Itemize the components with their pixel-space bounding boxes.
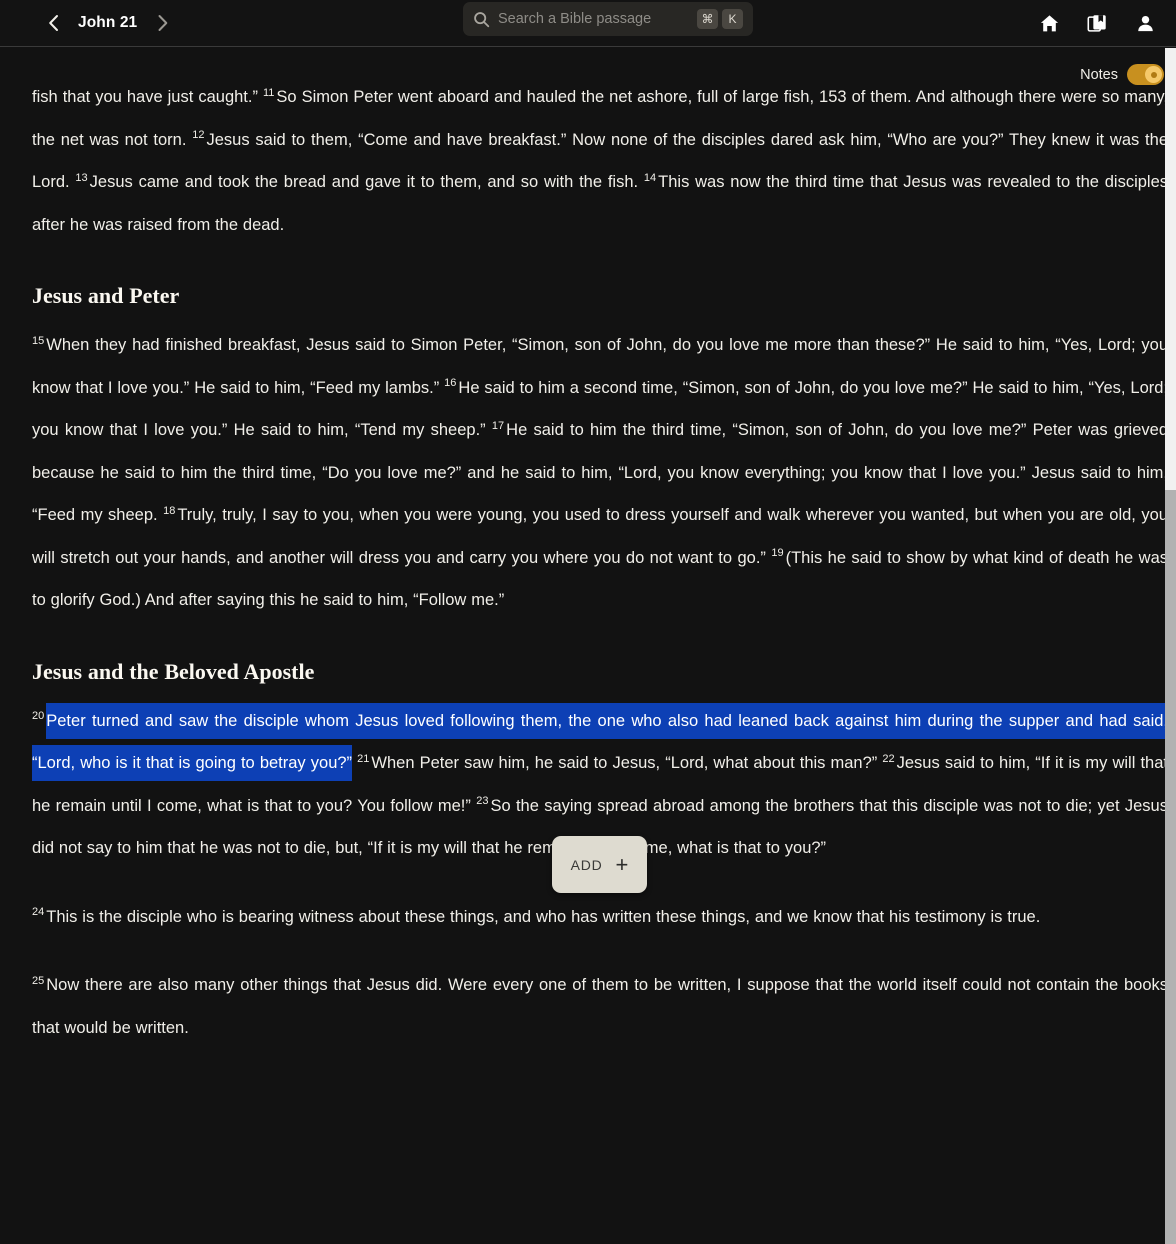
search-placeholder: Search a Bible passage (498, 11, 652, 27)
notes-toggle[interactable] (1127, 64, 1164, 85)
verse-number-19: 19 (771, 547, 784, 559)
passage-reader[interactable]: fish that you have just caught.” 11 So Si… (0, 48, 1165, 1244)
account-icon (1137, 15, 1153, 32)
verse-number-15: 15 (32, 334, 45, 347)
add-button-label: ADD (570, 856, 603, 873)
verse-number-22: 22 (882, 752, 895, 765)
verse-number-16: 16 (444, 377, 457, 389)
account-button[interactable] (1132, 11, 1158, 37)
verse-number-23: 23 (476, 795, 489, 807)
paragraph-verses-11-14[interactable]: fish that you have just caught.” 11 So Si… (32, 76, 1165, 246)
verse-number-17: 17 (491, 419, 505, 432)
scrollbar-thumb[interactable] (1165, 490, 1176, 1244)
verse-text-25: Now there are also many other things tha… (32, 976, 1165, 1037)
verse-number-13: 13 (75, 171, 88, 184)
verse-number-11: 11 (263, 86, 275, 99)
vertical-scrollbar[interactable] (1165, 48, 1176, 1244)
paragraph-verses-15-19[interactable]: 15 When they had finished breakfast, Jesu… (32, 324, 1165, 622)
verse-10-tail: fish that you have just caught.” (32, 88, 258, 106)
topbar-icon-group (1036, 0, 1158, 47)
verse-number-21: 21 (357, 752, 370, 765)
verse-number-20: 20 (32, 710, 45, 722)
top-bar: John 21 Search a Bible passage ⌘ K (0, 0, 1176, 47)
search-input[interactable]: Search a Bible passage ⌘ K (463, 2, 753, 36)
chapter-nav: John 21 (38, 8, 177, 38)
notes-label: Notes (1080, 66, 1118, 83)
verse-number-25: 25 (32, 974, 45, 987)
verse-number-24: 24 (32, 906, 45, 918)
notes-toggle-knob (1145, 66, 1162, 83)
library-icon (1087, 14, 1106, 32)
verse-text-21: When Peter saw him, he said to Jesus, “L… (371, 754, 878, 772)
add-note-button[interactable]: ADD + (552, 836, 647, 893)
chapter-title[interactable]: John 21 (68, 14, 147, 32)
section-heading-jesus-and-the-beloved-apostle: Jesus and the Beloved Apostle (32, 658, 315, 684)
verse-text-13: Jesus came and took the bread and gave i… (89, 173, 639, 191)
chevron-right-icon (158, 15, 168, 31)
next-chapter-button[interactable] (147, 8, 177, 38)
notes-toggle-row: Notes (1080, 64, 1164, 85)
shortcut-k-key[interactable]: K (722, 9, 743, 29)
home-button[interactable] (1036, 11, 1062, 37)
passage-text[interactable]: fish that you have just caught.” 11 So Si… (0, 48, 1165, 1049)
verse-number-18: 18 (163, 504, 176, 517)
paragraph-spacer-2 (32, 938, 1165, 964)
paragraph-verse-25[interactable]: 25 Now there are also many other things t… (32, 964, 1165, 1049)
section-heading-jesus-and-peter: Jesus and Peter (32, 283, 180, 308)
verse-number-12: 12 (192, 129, 205, 141)
shortcut-command-key[interactable]: ⌘ (697, 9, 718, 29)
library-button[interactable] (1084, 11, 1110, 37)
home-icon (1040, 15, 1058, 32)
verse-number-14: 14 (643, 171, 657, 184)
plus-icon: + (615, 851, 629, 877)
verse-text-24: This is the disciple who is bearing witn… (46, 907, 1041, 926)
previous-chapter-button[interactable] (38, 8, 68, 38)
chevron-left-icon (48, 15, 58, 31)
search-icon (473, 11, 490, 28)
paragraph-verse-24[interactable]: 24 This is the disciple who is bearing wi… (32, 896, 1165, 939)
